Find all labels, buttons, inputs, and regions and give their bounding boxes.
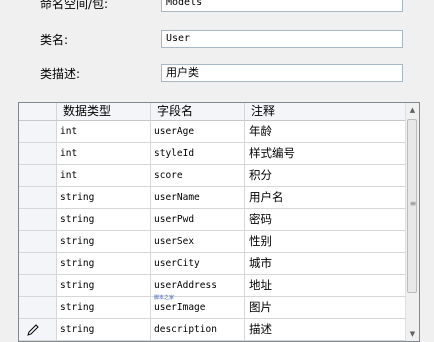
cell-type[interactable]: int bbox=[57, 143, 151, 165]
cell-type[interactable]: string bbox=[57, 319, 151, 341]
namespace-label: 命名空间/包: bbox=[40, 0, 109, 11]
cell-type[interactable]: string bbox=[57, 275, 151, 297]
cell-comment[interactable]: 用户名 bbox=[245, 187, 407, 209]
row-selector[interactable] bbox=[19, 187, 57, 209]
cell-comment[interactable]: 样式编号 bbox=[245, 143, 407, 165]
grid-header: 数据类型 字段名 注释 bbox=[19, 103, 407, 121]
cell-comment[interactable]: 年龄 bbox=[245, 121, 407, 143]
table-row[interactable]: string userAddress 地址 bbox=[19, 275, 407, 297]
table-row[interactable]: int userAge 年龄 bbox=[19, 121, 407, 143]
table-row[interactable]: int styleId 样式编号 bbox=[19, 143, 407, 165]
table-row[interactable]: string description 描述 bbox=[19, 319, 407, 341]
cell-field-name[interactable]: score bbox=[151, 165, 245, 187]
cell-field-name[interactable]: styleId bbox=[151, 143, 245, 165]
scroll-up-icon[interactable]: ▲ bbox=[406, 103, 419, 117]
table-row[interactable]: string userPwd 密码 bbox=[19, 209, 407, 231]
namespace-input[interactable]: Models bbox=[161, 0, 403, 12]
row-selector[interactable] bbox=[19, 165, 57, 187]
cell-field-name[interactable]: userCity bbox=[151, 253, 245, 275]
class-name-input[interactable]: User bbox=[161, 30, 403, 48]
row-selector[interactable] bbox=[19, 231, 57, 253]
row-selector[interactable] bbox=[19, 319, 57, 341]
cell-field-name[interactable]: userPwd bbox=[151, 209, 245, 231]
cell-type[interactable]: string bbox=[57, 231, 151, 253]
class-desc-label: 类描述: bbox=[40, 67, 81, 81]
cell-field-name[interactable]: userImage bbox=[151, 297, 245, 319]
row-selector[interactable] bbox=[19, 297, 57, 319]
cell-type[interactable]: int bbox=[57, 121, 151, 143]
class-name-label: 类名: bbox=[40, 33, 69, 47]
cell-field-name[interactable]: description bbox=[151, 319, 245, 341]
table-row[interactable]: string userImage 图片 bbox=[19, 297, 407, 319]
cell-field-name[interactable]: userName bbox=[151, 187, 245, 209]
table-row[interactable]: string userName 用户名 bbox=[19, 187, 407, 209]
grip-icon: ≡ bbox=[409, 199, 417, 208]
vertical-scrollbar[interactable]: ▲ ≡ ▼ bbox=[405, 103, 419, 341]
cell-field-name[interactable]: userSex bbox=[151, 231, 245, 253]
cell-comment[interactable]: 积分 bbox=[245, 165, 407, 187]
scroll-down-icon[interactable]: ▼ bbox=[406, 327, 419, 341]
table-row[interactable]: int score 积分 bbox=[19, 165, 407, 187]
table-row[interactable]: string userCity 城市 bbox=[19, 253, 407, 275]
row-selector[interactable] bbox=[19, 253, 57, 275]
row-selector[interactable] bbox=[19, 121, 57, 143]
header-row-selector[interactable] bbox=[19, 103, 57, 121]
cell-type[interactable]: string bbox=[57, 253, 151, 275]
cell-type[interactable]: string bbox=[57, 297, 151, 319]
row-selector[interactable] bbox=[19, 209, 57, 231]
pencil-icon bbox=[27, 324, 39, 336]
header-field-name[interactable]: 字段名 bbox=[151, 103, 245, 121]
cell-type[interactable]: string bbox=[57, 187, 151, 209]
scrollbar-thumb[interactable]: ≡ bbox=[407, 119, 417, 293]
cell-field-name[interactable]: userAddress bbox=[151, 275, 245, 297]
header-type[interactable]: 数据类型 bbox=[57, 103, 151, 121]
cell-type[interactable]: int bbox=[57, 165, 151, 187]
class-desc-input[interactable]: 用户类 bbox=[161, 64, 403, 82]
row-selector[interactable] bbox=[19, 143, 57, 165]
header-comment[interactable]: 注释 bbox=[245, 103, 407, 121]
cell-comment[interactable]: 图片 bbox=[245, 297, 407, 319]
cell-field-name[interactable]: userAge bbox=[151, 121, 245, 143]
cell-type[interactable]: string bbox=[57, 209, 151, 231]
cell-comment[interactable]: 密码 bbox=[245, 209, 407, 231]
table-row[interactable]: string userSex 性别 bbox=[19, 231, 407, 253]
fields-grid[interactable]: 数据类型 字段名 注释 int userAge 年龄 int styleId 样式编号 in… bbox=[18, 102, 420, 342]
cell-comment[interactable]: 城市 bbox=[245, 253, 407, 275]
cell-comment[interactable]: 地址 bbox=[245, 275, 407, 297]
row-selector[interactable] bbox=[19, 275, 57, 297]
cell-comment[interactable]: 描述 bbox=[245, 319, 407, 341]
cell-comment[interactable]: 性别 bbox=[245, 231, 407, 253]
